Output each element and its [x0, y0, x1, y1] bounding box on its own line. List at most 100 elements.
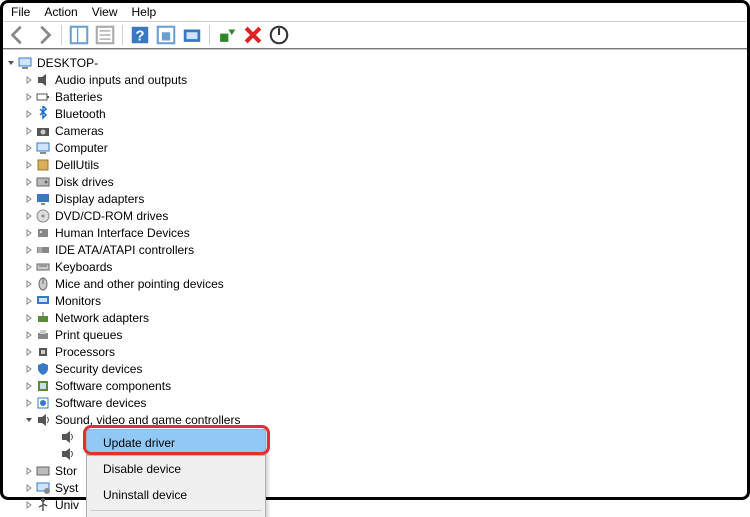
menu-help[interactable]: Help — [132, 5, 157, 19]
tree-category-label: DellUtils — [55, 158, 99, 172]
caret-right-icon[interactable] — [23, 499, 35, 511]
tree-category[interactable]: DellUtils — [5, 156, 745, 173]
tree-category[interactable]: Mice and other pointing devices — [5, 275, 745, 292]
tree-category[interactable]: Display adapters — [5, 190, 745, 207]
show-hide-button[interactable] — [68, 24, 90, 46]
caret-right-icon[interactable] — [23, 91, 35, 103]
tree-category[interactable]: Sound, video and game controllers — [5, 411, 745, 428]
printer-icon — [35, 327, 51, 343]
menu-view[interactable]: View — [92, 5, 118, 19]
caret-right-icon[interactable] — [23, 465, 35, 477]
update-driver-button[interactable] — [216, 24, 238, 46]
tree-category-label: Audio inputs and outputs — [55, 73, 187, 87]
caret-right-icon[interactable] — [23, 142, 35, 154]
tree-category-label: Human Interface Devices — [55, 226, 190, 240]
caret-right-icon[interactable] — [23, 295, 35, 307]
display-icon — [35, 191, 51, 207]
disable-button[interactable] — [268, 24, 290, 46]
svg-text:?: ? — [135, 28, 144, 45]
caret-right-icon[interactable] — [23, 363, 35, 375]
tree-category[interactable]: DVD/CD-ROM drives — [5, 207, 745, 224]
tree-category[interactable]: Audio inputs and outputs — [5, 71, 745, 88]
tree-category-label: Monitors — [55, 294, 101, 308]
tree-category[interactable]: Human Interface Devices — [5, 224, 745, 241]
menu-file[interactable]: File — [11, 5, 30, 19]
ctx-scan-hardware[interactable]: Scan for hardware changes — [87, 513, 265, 517]
caret-right-icon[interactable] — [23, 108, 35, 120]
tree-category[interactable]: Keyboards — [5, 258, 745, 275]
ctx-disable-device[interactable]: Disable device — [87, 456, 265, 482]
caret-right-icon[interactable] — [23, 329, 35, 341]
caret-right-icon[interactable] — [23, 261, 35, 273]
speaker-icon — [35, 72, 51, 88]
uninstall-button[interactable] — [242, 24, 264, 46]
help-button[interactable]: ? — [129, 24, 151, 46]
tree-category-label: Syst — [55, 481, 78, 495]
caret-right-icon[interactable] — [23, 278, 35, 290]
ide-icon — [35, 242, 51, 258]
caret-right-icon[interactable] — [23, 244, 35, 256]
ctx-update-driver[interactable]: Update driver — [87, 430, 265, 456]
menu-action[interactable]: Action — [44, 5, 77, 19]
hid-icon — [35, 225, 51, 241]
tree-category-label: Cameras — [55, 124, 104, 138]
caret-right-icon[interactable] — [23, 159, 35, 171]
tree-category[interactable]: Cameras — [5, 122, 745, 139]
caret-down-icon[interactable] — [5, 57, 17, 69]
sound-icon — [59, 429, 75, 445]
tree-category-label: Disk drives — [55, 175, 114, 189]
ctx-uninstall-device[interactable]: Uninstall device — [87, 482, 265, 508]
caret-down-icon[interactable] — [23, 414, 35, 426]
caret-right-icon[interactable] — [23, 210, 35, 222]
caret-right-icon[interactable] — [23, 380, 35, 392]
tree-root[interactable]: DESKTOP- — [5, 54, 745, 71]
toolbar-divider — [209, 25, 210, 45]
caret-right-icon[interactable] — [23, 346, 35, 358]
tree-category-label: Bluetooth — [55, 107, 106, 121]
tree-category[interactable]: Network adapters — [5, 309, 745, 326]
tree-category[interactable]: Software devices — [5, 394, 745, 411]
sound-icon — [59, 446, 75, 462]
storage-icon — [35, 463, 51, 479]
caret-right-icon[interactable] — [23, 125, 35, 137]
mouse-icon — [35, 276, 51, 292]
tree-category-label: Keyboards — [55, 260, 112, 274]
forward-button[interactable] — [33, 24, 55, 46]
back-button[interactable] — [7, 24, 29, 46]
caret-right-icon[interactable] — [23, 482, 35, 494]
bluetooth-icon — [35, 106, 51, 122]
tree-category[interactable]: Security devices — [5, 360, 745, 377]
caret-right-icon[interactable] — [23, 312, 35, 324]
context-menu: Update driver Disable device Uninstall d… — [86, 429, 266, 517]
caret-right-icon[interactable] — [23, 74, 35, 86]
tree-category-label: Display adapters — [55, 192, 144, 206]
tree-category-label: IDE ATA/ATAPI controllers — [55, 243, 194, 257]
toolbar: ? — [3, 21, 747, 50]
device-tree[interactable]: DESKTOP- Audio inputs and outputsBatteri… — [3, 50, 747, 517]
caret-right-icon[interactable] — [23, 193, 35, 205]
action-button[interactable] — [155, 24, 177, 46]
tree-category[interactable]: Disk drives — [5, 173, 745, 190]
tree-category[interactable]: Monitors — [5, 292, 745, 309]
tree-category[interactable]: Bluetooth — [5, 105, 745, 122]
swcomp-icon — [35, 378, 51, 394]
caret-right-icon[interactable] — [23, 227, 35, 239]
scan-button[interactable] — [181, 24, 203, 46]
properties-button[interactable] — [94, 24, 116, 46]
swdev-icon — [35, 395, 51, 411]
caret-right-icon[interactable] — [23, 397, 35, 409]
tree-category[interactable]: IDE ATA/ATAPI controllers — [5, 241, 745, 258]
tree-category-label: DVD/CD-ROM drives — [55, 209, 168, 223]
computer-icon — [35, 140, 51, 156]
caret-right-icon[interactable] — [23, 176, 35, 188]
tree-category-label: Computer — [55, 141, 108, 155]
tree-category[interactable]: Software components — [5, 377, 745, 394]
tree-category[interactable]: Processors — [5, 343, 745, 360]
tree-category[interactable]: Print queues — [5, 326, 745, 343]
sound-icon — [35, 412, 51, 428]
camera-icon — [35, 123, 51, 139]
ctx-separator — [91, 510, 261, 511]
cpu-icon — [35, 344, 51, 360]
tree-category[interactable]: Computer — [5, 139, 745, 156]
tree-category[interactable]: Batteries — [5, 88, 745, 105]
